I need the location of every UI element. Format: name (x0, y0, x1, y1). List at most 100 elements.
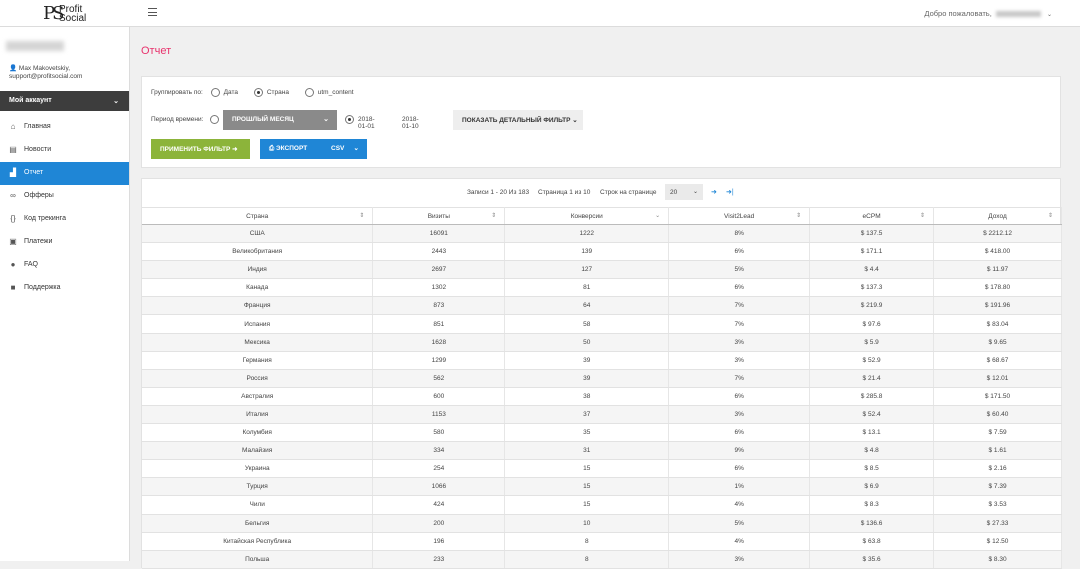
radio-date-label[interactable]: Дата (224, 89, 238, 96)
table-cell: Германия (142, 351, 374, 370)
sidebar-item-label: Главная (24, 123, 51, 130)
link-icon: ∞ (10, 191, 16, 200)
sort-icon[interactable]: ⇕ (491, 212, 496, 219)
table-cell: $ 1.61 (933, 441, 1062, 461)
group-by-row: Группировать по: Дата Страна utm_content (151, 88, 354, 97)
radio-utm-content[interactable] (304, 88, 314, 97)
date-to-input[interactable]: 2018-01-10 (402, 116, 419, 130)
column-header[interactable]: Конверсии ⌄ (504, 207, 670, 225)
column-header[interactable]: Доход ⇕ (933, 207, 1062, 225)
apply-filter-button[interactable]: ПРИМЕНИТЬ ФИЛЬТР ➜ (151, 139, 250, 159)
table-cell: 39 (504, 369, 670, 388)
column-header[interactable]: Visit2Lead ⇕ (668, 207, 811, 225)
question-icon: ● (10, 260, 16, 269)
next-page-icon[interactable]: ➜ (711, 188, 717, 196)
news-icon: ▤ (9, 145, 17, 154)
group-by-label: Группировать по: (151, 89, 203, 96)
table-cell: Канада (142, 278, 374, 298)
sidebar-item-label: FAQ (24, 261, 39, 268)
sidebar-item-label: Платежи (24, 238, 53, 245)
last-page-icon[interactable]: ➜| (726, 188, 734, 196)
table-cell: Бельгия (142, 514, 374, 533)
date-from-input[interactable]: 2018-01-01 (358, 116, 375, 130)
sidebar-item-0[interactable]: ⌂ Главная (0, 116, 129, 139)
table-row: Германия 1299 39 3% $ 52.9 $ 68.67 (142, 351, 1062, 370)
table-cell: 1299 (372, 351, 506, 370)
rows-per-page-select[interactable]: 20 ⌄ (665, 184, 703, 200)
chevron-down-icon: ⌄ (692, 189, 698, 195)
table-cell: $ 219.9 (809, 296, 935, 316)
sidebar-item-label: Код трекинга (24, 215, 66, 222)
sort-icon[interactable]: ⇕ (1048, 212, 1053, 219)
user-menu[interactable]: Добро пожаловать, ⌄ (924, 9, 1052, 18)
radio-country-label[interactable]: Страна (267, 89, 289, 96)
table-cell: $ 8.5 (809, 459, 935, 479)
table-cell: 37 (504, 405, 670, 425)
table-cell: 2443 (372, 242, 506, 262)
table-cell: $ 35.6 (809, 550, 935, 569)
sort-icon[interactable]: ⇕ (359, 212, 364, 219)
page-indicator: Страница 1 из 10 (538, 189, 591, 196)
table-cell: 3% (668, 351, 811, 370)
chevron-down-icon: ⌄ (113, 98, 119, 105)
column-header[interactable]: eCPM ⇕ (809, 207, 935, 225)
sidebar-item-1[interactable]: ▤ Новости (0, 139, 129, 162)
table-cell: $ 52.4 (809, 405, 935, 425)
table-cell: 196 (372, 532, 506, 551)
radio-utm-content-label[interactable]: utm_content (318, 89, 354, 96)
table-cell: 3% (668, 405, 811, 425)
table-cell: $ 5.9 (809, 333, 935, 352)
sidebar-item-7[interactable]: ■ Поддержка (0, 277, 129, 300)
table-cell: 58 (504, 314, 670, 334)
table-cell: 562 (372, 369, 506, 388)
radio-date[interactable] (210, 88, 220, 97)
table-row: Австралия 600 38 6% $ 285.8 $ 171.50 (142, 387, 1062, 406)
sidebar-item-2[interactable]: ▟ Отчет (0, 162, 129, 185)
table-cell: США (142, 224, 374, 244)
sidebar-item-5[interactable]: ▣ Платежи (0, 231, 129, 254)
table-cell: 5% (668, 514, 811, 533)
table-cell: 5% (668, 260, 811, 280)
table-cell: 8 (504, 550, 670, 569)
table-cell: 233 (372, 550, 506, 569)
table-cell: $ 4.4 (809, 260, 935, 280)
table-cell: 424 (372, 495, 506, 515)
table-cell: $ 27.33 (933, 514, 1062, 533)
table-cell: Турция (142, 477, 374, 497)
table-cell: 15 (504, 477, 670, 497)
table-cell: Франция (142, 296, 374, 316)
pagination: Записи 1 - 20 Из 183 Страница 1 из 10 Ст… (142, 184, 1062, 202)
detail-filter-button[interactable]: ПОКАЗАТЬ ДЕТАЛЬНЫЙ ФИЛЬТР ⌄ (453, 110, 583, 130)
account-menu[interactable]: Мой аккаунт ⌄ (0, 91, 129, 111)
export-icon: ⎙ (269, 145, 277, 152)
export-button[interactable]: ⎙ ЭКСПОРТ CSV ⌄ (260, 139, 367, 159)
table-cell: 1153 (372, 405, 506, 425)
hamburger-menu-icon[interactable] (148, 8, 157, 16)
sidebar-item-3[interactable]: ∞ Офферы (0, 185, 129, 208)
sort-icon[interactable]: ⇕ (796, 212, 801, 219)
period-dropdown[interactable]: ПРОШЛЫЙ МЕСЯЦ ⌄ (223, 110, 337, 130)
table-cell: 35 (504, 423, 670, 443)
table-cell: 6% (668, 242, 811, 262)
export-label: ЭКСПОРТ (276, 145, 308, 152)
page-scrollbar[interactable] (1071, 28, 1080, 561)
table-cell: 64 (504, 296, 670, 316)
chevron-down-icon: ⌄ (323, 116, 329, 123)
table-cell: 580 (372, 423, 506, 443)
table-cell: 3% (668, 550, 811, 569)
sort-icon[interactable]: ⌄ (655, 212, 660, 219)
sort-icon[interactable]: ⇕ (920, 212, 925, 219)
table-cell: $ 9.65 (933, 333, 1062, 352)
table-row: Испания 851 58 7% $ 97.6 $ 83.04 (142, 314, 1062, 334)
radio-period-preset[interactable] (210, 115, 219, 124)
table-row: Бельгия 200 10 5% $ 136.6 $ 27.33 (142, 514, 1062, 533)
radio-country[interactable] (253, 88, 263, 97)
sidebar-item-6[interactable]: ● FAQ (0, 254, 129, 277)
column-header[interactable]: Страна ⇕ (142, 207, 374, 225)
radio-date-range[interactable] (345, 115, 354, 124)
table-cell: 200 (372, 514, 506, 533)
sidebar-item-4[interactable]: {} Код трекинга (0, 208, 129, 231)
user-email: support@profitsocial.com (9, 73, 83, 80)
profit-social-logo[interactable]: PS Profit Social (43, 4, 103, 24)
column-header[interactable]: Визиты ⇕ (372, 207, 506, 225)
